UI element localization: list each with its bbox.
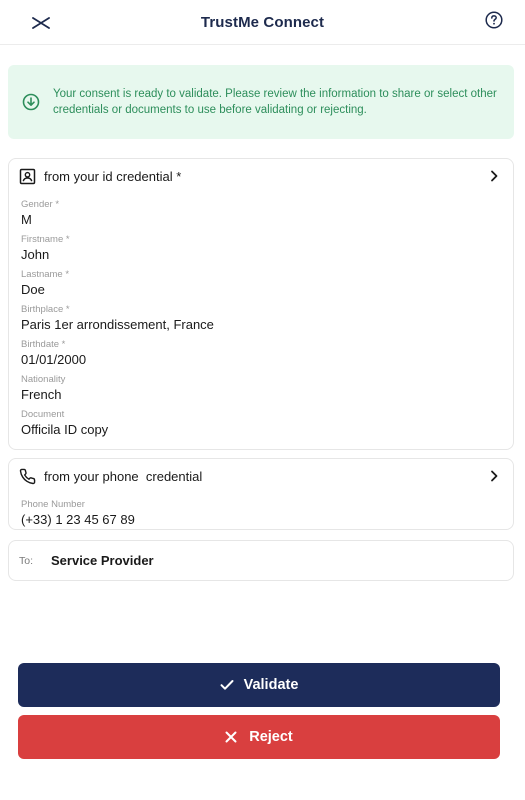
chevron-right-icon [489, 470, 501, 482]
field-label: Phone Number [21, 499, 85, 510]
field-label: Nationality [21, 374, 66, 385]
field-birthplace: Birthplace * Paris 1er arrondissement, F… [9, 304, 513, 333]
field-value: Paris 1er arrondissement, France [21, 317, 214, 332]
field-label: Birthdate * [21, 339, 66, 350]
field-value: John [21, 247, 50, 262]
app-header: TrustMe Connect [0, 0, 525, 45]
field-label: Gender * [21, 199, 60, 210]
field-label: Birthplace * [21, 304, 70, 315]
recipient-value: Service Provider [51, 553, 154, 568]
help-button[interactable] [485, 11, 503, 29]
phone-credential-title: from your phone credential [44, 468, 203, 484]
id-credential-header[interactable]: from your id credential * [9, 159, 513, 193]
field-value: French [21, 387, 62, 402]
field-birthdate: Birthdate * 01/01/2000 [9, 339, 513, 368]
id-credential-card: from your id credential * Gender * M Fir… [8, 158, 514, 450]
field-nationality: Nationality French [9, 374, 513, 403]
check-icon [220, 678, 234, 692]
id-card-icon [19, 167, 37, 185]
field-gender: Gender * M [9, 199, 513, 228]
phone-credential-card: from your phone credential Phone Number … [8, 458, 514, 530]
field-value: Officila ID copy [21, 422, 109, 437]
phone-icon [19, 467, 37, 485]
field-document: Document Officila ID copy [9, 409, 513, 438]
field-value: Doe [21, 282, 45, 297]
field-value: (+33) 1 23 45 67 89 [21, 512, 135, 527]
reject-button[interactable]: Reject [18, 715, 500, 759]
recipient-row: To: Service Provider [8, 540, 514, 581]
field-label: Firstname * [21, 234, 70, 245]
download-circle-icon [22, 93, 40, 111]
phone-credential-header[interactable]: from your phone credential [9, 459, 513, 493]
consent-info-banner: Your consent is ready to validate. Pleas… [8, 65, 514, 139]
close-button[interactable] [30, 12, 52, 34]
field-label: Lastname * [21, 269, 70, 280]
help-icon [485, 11, 503, 29]
x-icon [225, 730, 239, 744]
id-credential-title: from your id credential * [44, 168, 182, 184]
close-icon [32, 17, 50, 29]
consent-message: Your consent is ready to validate. Pleas… [53, 88, 497, 116]
validate-button[interactable]: Validate [18, 663, 500, 707]
field-value: 01/01/2000 [21, 352, 87, 367]
chevron-right-icon [489, 170, 501, 182]
field-firstname: Firstname * John [9, 234, 513, 263]
field-lastname: Lastname * Doe [9, 269, 513, 298]
field-label: Document [21, 409, 65, 420]
validate-label: Validate [243, 677, 299, 693]
reject-label: Reject [249, 729, 293, 745]
app-title: TrustMe Connect [200, 13, 325, 31]
field-phone-number: Phone Number (+33) 1 23 45 67 89 [9, 499, 513, 528]
recipient-label: To: [19, 554, 34, 567]
field-value: M [21, 212, 32, 227]
